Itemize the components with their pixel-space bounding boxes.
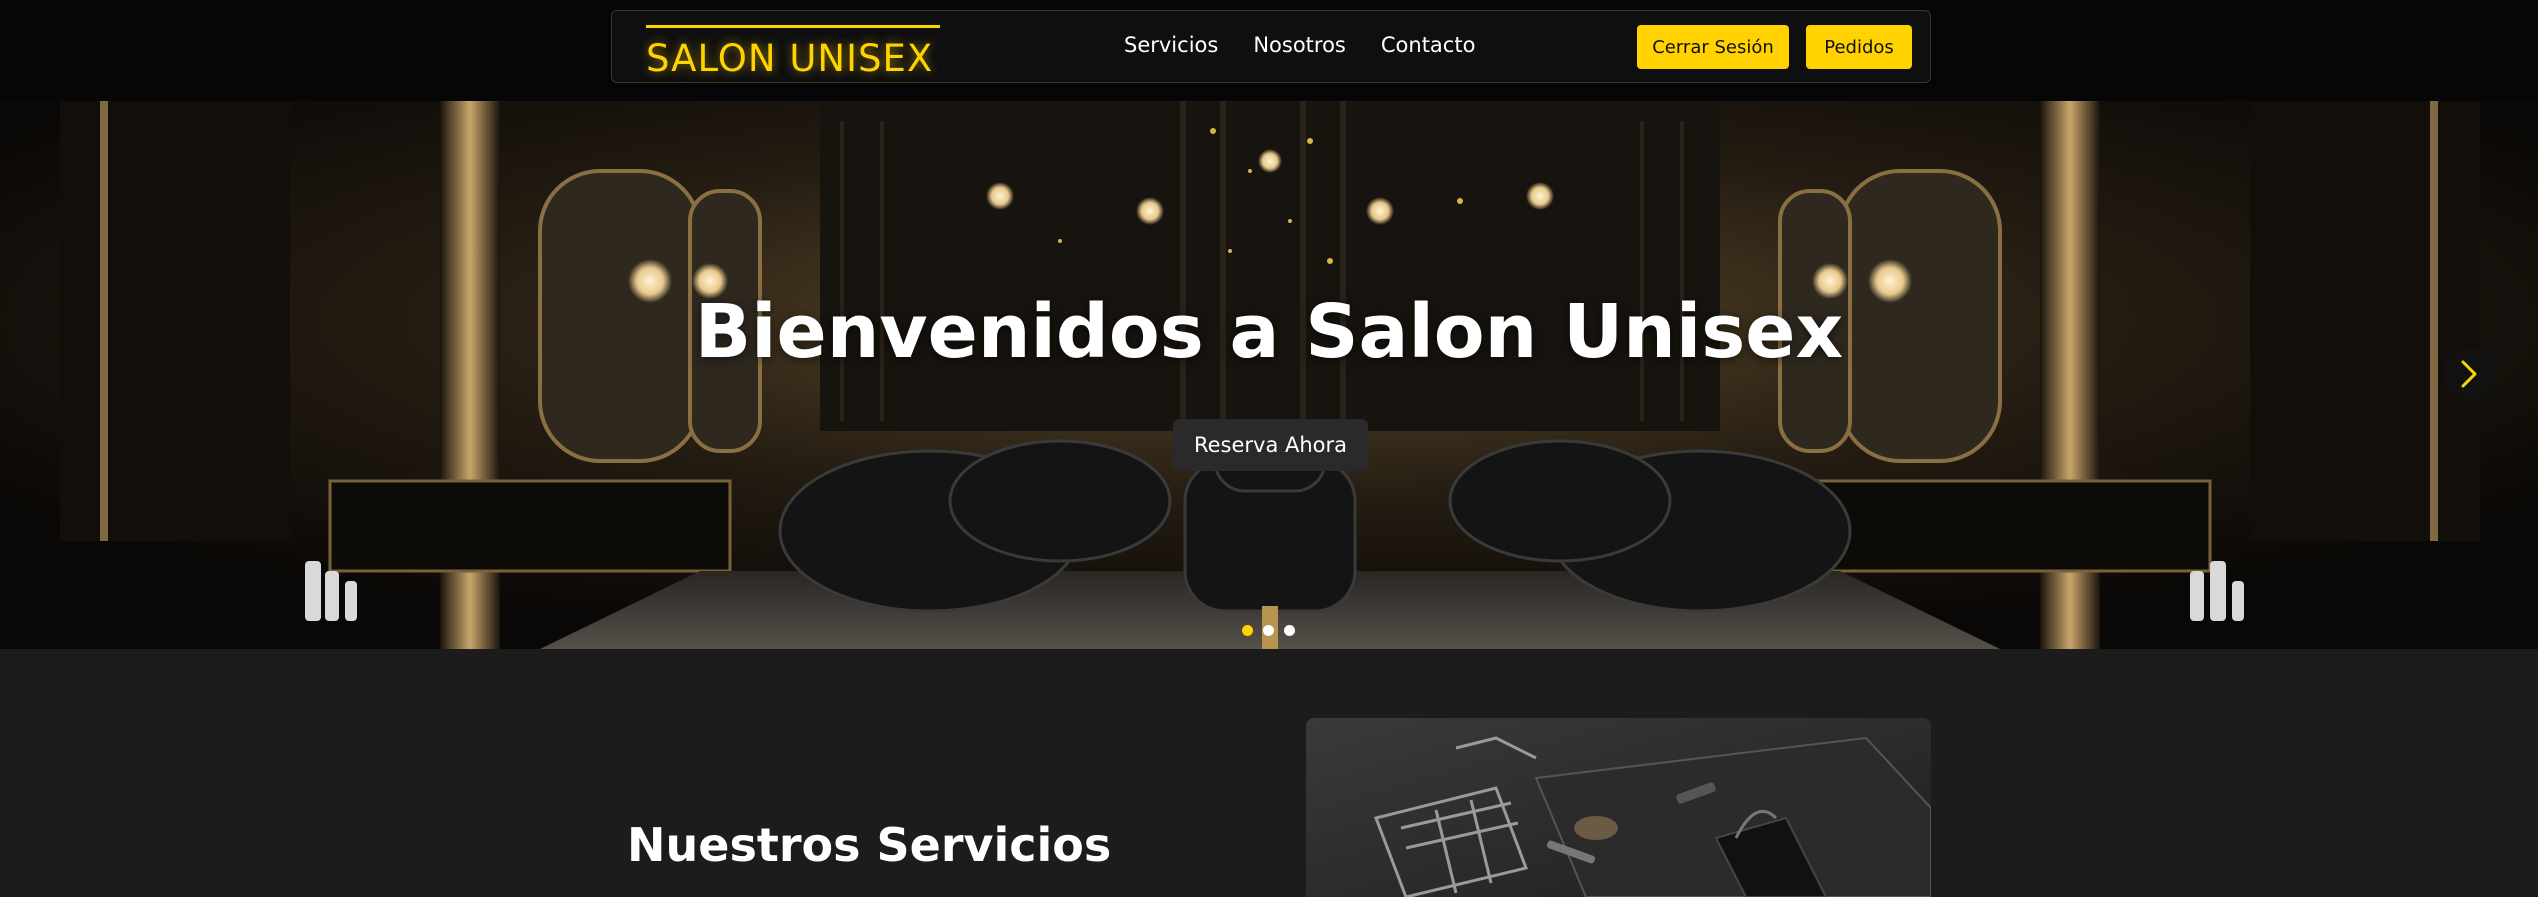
- carousel-indicators: [1242, 625, 1295, 636]
- carousel-dot-3[interactable]: [1284, 625, 1295, 636]
- orders-button[interactable]: Pedidos: [1806, 25, 1912, 69]
- carousel-dot-1[interactable]: [1242, 625, 1253, 636]
- brand-name[interactable]: SALON UNISEX: [646, 37, 933, 80]
- navbar: SALON UNISEX Servicios Nosotros Contacto…: [611, 10, 1931, 83]
- brand-underline: [646, 25, 940, 28]
- reserve-button[interactable]: Reserva Ahora: [1173, 419, 1368, 471]
- salon-interior-image: [0, 101, 2538, 649]
- nav-link-nosotros[interactable]: Nosotros: [1253, 33, 1346, 57]
- logout-button[interactable]: Cerrar Sesión: [1637, 25, 1789, 69]
- carousel-next-button[interactable]: [2442, 347, 2496, 401]
- chevron-right-icon: [2461, 360, 2477, 388]
- services-title: Nuestros Servicios: [627, 818, 1112, 872]
- hero-title: Bienvenidos a Salon Unisex: [694, 289, 1844, 375]
- hero-carousel: Bienvenidos a Salon Unisex Reserva Ahora: [0, 101, 2538, 649]
- nav-link-contacto[interactable]: Contacto: [1381, 33, 1476, 57]
- services-image: [1306, 718, 1931, 897]
- shopping-cart-image: [1306, 718, 1931, 897]
- top-bar: SALON UNISEX Servicios Nosotros Contacto…: [0, 0, 2538, 101]
- carousel-dot-2[interactable]: [1263, 625, 1274, 636]
- nav-links: Servicios Nosotros Contacto: [1124, 33, 1475, 57]
- nav-link-servicios[interactable]: Servicios: [1124, 33, 1218, 57]
